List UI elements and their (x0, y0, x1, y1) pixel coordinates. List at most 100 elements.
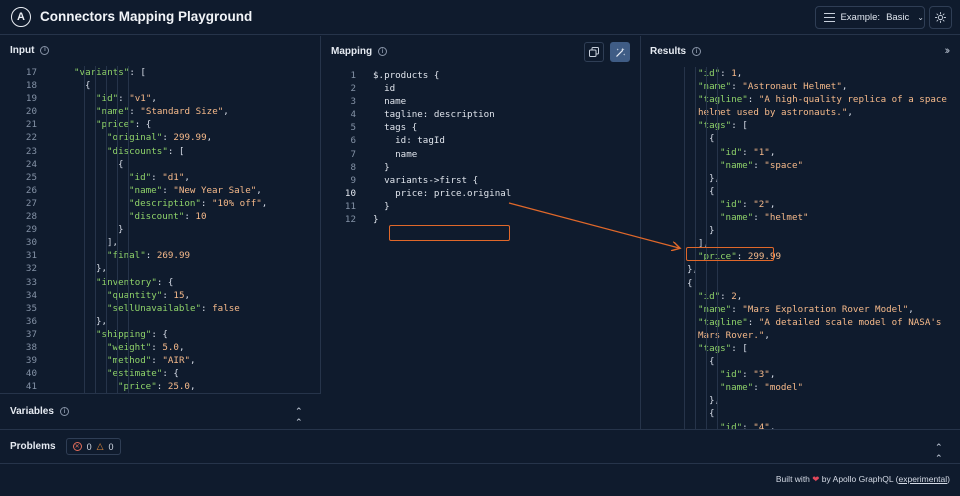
result-line: "id": "1", (676, 146, 960, 159)
code-text: helmet used by astronauts.", (698, 107, 853, 119)
code-text: "id": "4", (720, 421, 776, 429)
code-text: "tags": [ (698, 342, 748, 354)
info-icon[interactable]: i (40, 45, 50, 55)
copy-button[interactable] (584, 42, 604, 62)
code-text: id (373, 83, 396, 95)
magic-format-button[interactable] (610, 42, 630, 62)
result-line: }, (676, 263, 960, 276)
code-line: 21 "price": { (0, 118, 320, 131)
code-line: 28 "discount": 10 (0, 210, 320, 223)
example-select[interactable]: Example: Basic ⌄ (815, 6, 925, 29)
variables-bar[interactable]: Variables i ⌃ ⌃ (0, 393, 321, 429)
code-text: "name": "Mars Exploration Rover Model", (698, 303, 914, 315)
result-line: { (676, 132, 960, 145)
code-text: }, (96, 263, 108, 275)
result-line: { (676, 277, 960, 290)
info-icon[interactable]: i (378, 47, 388, 56)
code-text: "variants": [ (74, 67, 146, 78)
chevron-double-up-icon[interactable]: ⌃ ⌃ (935, 442, 943, 464)
chevron-down-icon: ⌄ (917, 13, 924, 22)
input-editor[interactable]: 17 "variants": [18 {19 "id": "v1", 20 "name":… (0, 66, 320, 393)
code-text: }, (709, 395, 721, 407)
indent-guide (106, 66, 107, 393)
result-line: "id": 1, (676, 67, 960, 80)
list-icon (824, 13, 835, 23)
experimental-link[interactable]: experimental (898, 474, 947, 484)
line-number: 5 (350, 122, 356, 134)
result-line: helmet used by astronauts.", (676, 106, 960, 119)
line-number: 32 (25, 263, 37, 275)
code-line: 23 "discounts": [ (0, 145, 320, 158)
code-line: 39 "method": "AIR", (0, 354, 320, 367)
code-text: { (118, 158, 124, 170)
code-text: "name": "Standard Size", (96, 106, 229, 118)
line-number: 27 (25, 197, 37, 209)
line-number: 21 (25, 119, 37, 131)
results-panel: Results i ›› "id": 1, "name": "Astronaut … (642, 36, 960, 429)
code-text: "final": 269.99 (107, 250, 191, 262)
result-line: Mars Rover.", (676, 329, 960, 342)
line-number: 3 (350, 96, 356, 108)
line-number: 7 (350, 148, 356, 160)
code-text: "quantity": 15, (107, 289, 191, 301)
line-number: 40 (25, 368, 37, 380)
code-line: 36}, (0, 315, 320, 328)
app-title: Connectors Mapping Playground (40, 9, 253, 24)
code-line: 27 "description": "10% off", (0, 197, 320, 210)
theme-toggle-button[interactable] (929, 6, 952, 29)
code-text: "id": "d1", (129, 171, 190, 183)
line-number: 11 (344, 200, 356, 212)
result-line: "tagline": "A high-quality replica of a … (676, 93, 960, 106)
result-line: { (676, 407, 960, 420)
result-line: "name": "Mars Exploration Rover Model", (676, 303, 960, 316)
indent-guide (84, 66, 85, 393)
chevron-double-right-icon[interactable]: ›› (945, 45, 951, 57)
indent-guide (128, 66, 129, 393)
code-line: 22 "original": 299.99, (0, 131, 320, 144)
result-line: { (676, 355, 960, 368)
line-number: 20 (25, 106, 37, 118)
apollo-logo-icon: A (11, 7, 31, 27)
result-line: "tags": [ (676, 342, 960, 355)
code-line: 1 $.products { (322, 69, 640, 82)
line-number: 8 (350, 161, 356, 173)
code-text: "name": "Astronaut Helmet", (698, 81, 848, 93)
mapping-editor[interactable]: 1 $.products {2 id 3 name 4 tagline: descri… (322, 69, 640, 419)
results-panel-header: Results i (642, 36, 960, 67)
result-line: "id": 2, (676, 290, 960, 303)
code-line: 34 "quantity": 15, (0, 289, 320, 302)
code-line: 29} (0, 223, 320, 236)
warning-count: 0 (108, 441, 114, 452)
code-text: "id": "1", (720, 146, 776, 158)
code-text: } (373, 161, 390, 173)
variables-title: Variables (10, 406, 54, 417)
result-line: "name": "helmet" (676, 211, 960, 224)
problems-count-badge[interactable]: ✕ 0 △ 0 (65, 438, 121, 455)
info-icon[interactable]: i (692, 47, 702, 56)
magic-wand-icon (615, 47, 625, 57)
chevron-double-up-icon[interactable]: ⌃ ⌃ (295, 406, 303, 428)
code-text: "price": { (96, 119, 152, 131)
info-icon[interactable]: i (59, 407, 69, 416)
line-number: 37 (25, 328, 37, 340)
error-icon: ✕ (72, 442, 82, 451)
code-text: name (373, 148, 418, 160)
results-title: Results (650, 46, 687, 57)
line-number: 2 (350, 83, 356, 95)
sun-icon (935, 12, 946, 23)
problems-bar[interactable]: Problems ✕ 0 △ 0 ⌃ ⌃ (0, 429, 960, 464)
code-text: "sellUnavailable": false (107, 302, 240, 314)
copy-icon (589, 47, 599, 57)
code-line: 18 { (0, 79, 320, 92)
result-line: "id": "3", (676, 368, 960, 381)
code-line: 38 "weight": 5.0, (0, 341, 320, 354)
code-text: id: tagId (373, 135, 445, 147)
code-line: 33 "inventory": { (0, 276, 320, 289)
line-number: 17 (25, 67, 37, 78)
result-line: } (676, 224, 960, 237)
code-text: "method": "AIR", (107, 355, 196, 367)
footer-prefix: Built with (775, 474, 810, 484)
code-text: "description": "10% off", (129, 197, 268, 209)
code-line: 10 price: price.original (322, 187, 640, 200)
code-text: } (118, 224, 124, 236)
